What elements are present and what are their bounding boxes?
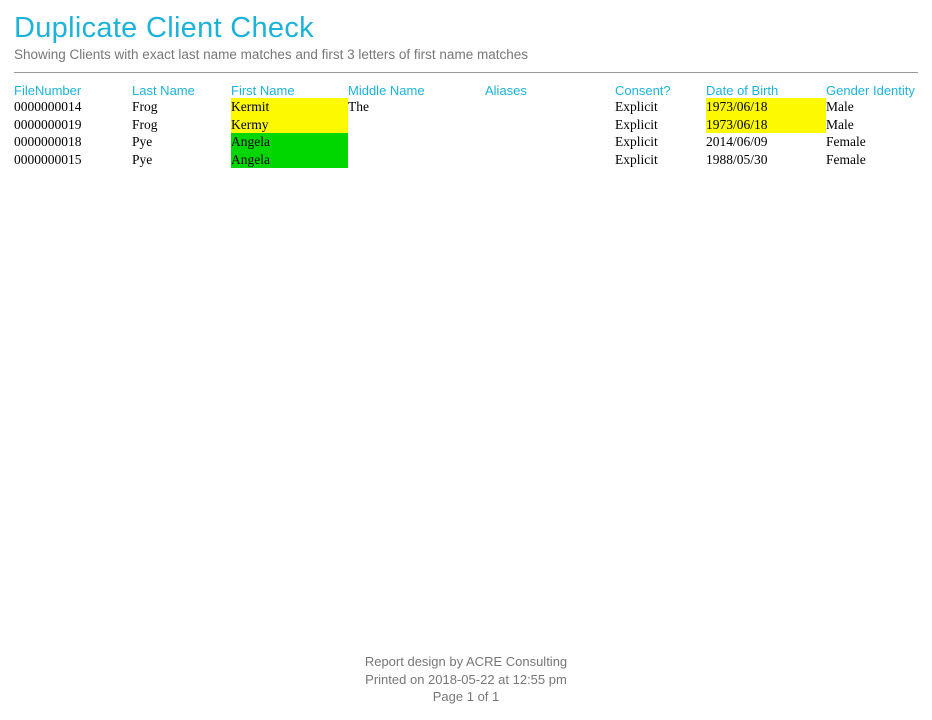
- col-header-aliases: Aliases: [485, 83, 615, 98]
- cell-last-name: Frog: [132, 116, 231, 134]
- col-header-first-name: First Name: [231, 83, 348, 98]
- highlight-green: Angela: [231, 151, 348, 169]
- cell-file-number: 0000000015: [14, 151, 132, 169]
- cell-dob: 1973/06/18: [706, 98, 826, 116]
- page-title: Duplicate Client Check: [14, 12, 918, 45]
- cell-last-name: Pye: [132, 151, 231, 169]
- cell-consent: Explicit: [615, 98, 706, 116]
- cell-middle-name: The: [348, 98, 485, 116]
- header-divider: [14, 72, 918, 73]
- cell-file-number: 0000000014: [14, 98, 132, 116]
- col-header-middle-name: Middle Name: [348, 83, 485, 98]
- duplicate-client-table: FileNumber Last Name First Name Middle N…: [0, 83, 932, 168]
- highlight-yellow: Kermit: [231, 98, 348, 116]
- cell-consent: Explicit: [615, 151, 706, 169]
- table-header-row: FileNumber Last Name First Name Middle N…: [14, 83, 918, 98]
- cell-gender: Female: [826, 133, 926, 151]
- highlight-yellow: Kermy: [231, 116, 348, 134]
- cell-first-name: Angela: [231, 151, 348, 169]
- cell-first-name: Angela: [231, 133, 348, 151]
- cell-gender: Male: [826, 116, 926, 134]
- col-header-consent: Consent?: [615, 83, 706, 98]
- col-header-gender: Gender Identity: [826, 83, 926, 98]
- table-row: 0000000015PyeAngelaExplicit1988/05/30Fem…: [14, 151, 918, 169]
- cell-gender: Male: [826, 98, 926, 116]
- highlight-green: Angela: [231, 133, 348, 151]
- report-footer: Report design by ACRE Consulting Printed…: [0, 653, 932, 706]
- highlight-yellow: 1973/06/18: [706, 98, 826, 116]
- col-header-dob: Date of Birth: [706, 83, 826, 98]
- col-header-last-name: Last Name: [132, 83, 231, 98]
- col-header-file-number: FileNumber: [14, 83, 132, 98]
- cell-consent: Explicit: [615, 116, 706, 134]
- footer-page-number: Page 1 of 1: [0, 688, 932, 706]
- cell-consent: Explicit: [615, 133, 706, 151]
- footer-design-credit: Report design by ACRE Consulting: [0, 653, 932, 671]
- cell-first-name: Kermy: [231, 116, 348, 134]
- table-body: 0000000014FrogKermitTheExplicit1973/06/1…: [14, 98, 918, 168]
- cell-last-name: Frog: [132, 98, 231, 116]
- table-row: 0000000014FrogKermitThe Explicit1973/06/1…: [14, 98, 918, 116]
- cell-file-number: 0000000019: [14, 116, 132, 134]
- highlight-yellow: 1973/06/18: [706, 116, 826, 134]
- footer-printed-timestamp: Printed on 2018-05-22 at 12:55 pm: [0, 671, 932, 689]
- cell-last-name: Pye: [132, 133, 231, 151]
- table-row: 0000000018PyeAngelaExplicit2014/06/09Fem…: [14, 133, 918, 151]
- table-row: 0000000019FrogKermyExplicit1973/06/18Mal…: [14, 116, 918, 134]
- cell-gender: Female: [826, 151, 926, 169]
- cell-file-number: 0000000018: [14, 133, 132, 151]
- page-subtitle: Showing Clients with exact last name mat…: [14, 47, 918, 62]
- cell-dob: 2014/06/09: [706, 133, 826, 151]
- cell-dob: 1988/05/30: [706, 151, 826, 169]
- cell-first-name: Kermit: [231, 98, 348, 116]
- cell-dob: 1973/06/18: [706, 116, 826, 134]
